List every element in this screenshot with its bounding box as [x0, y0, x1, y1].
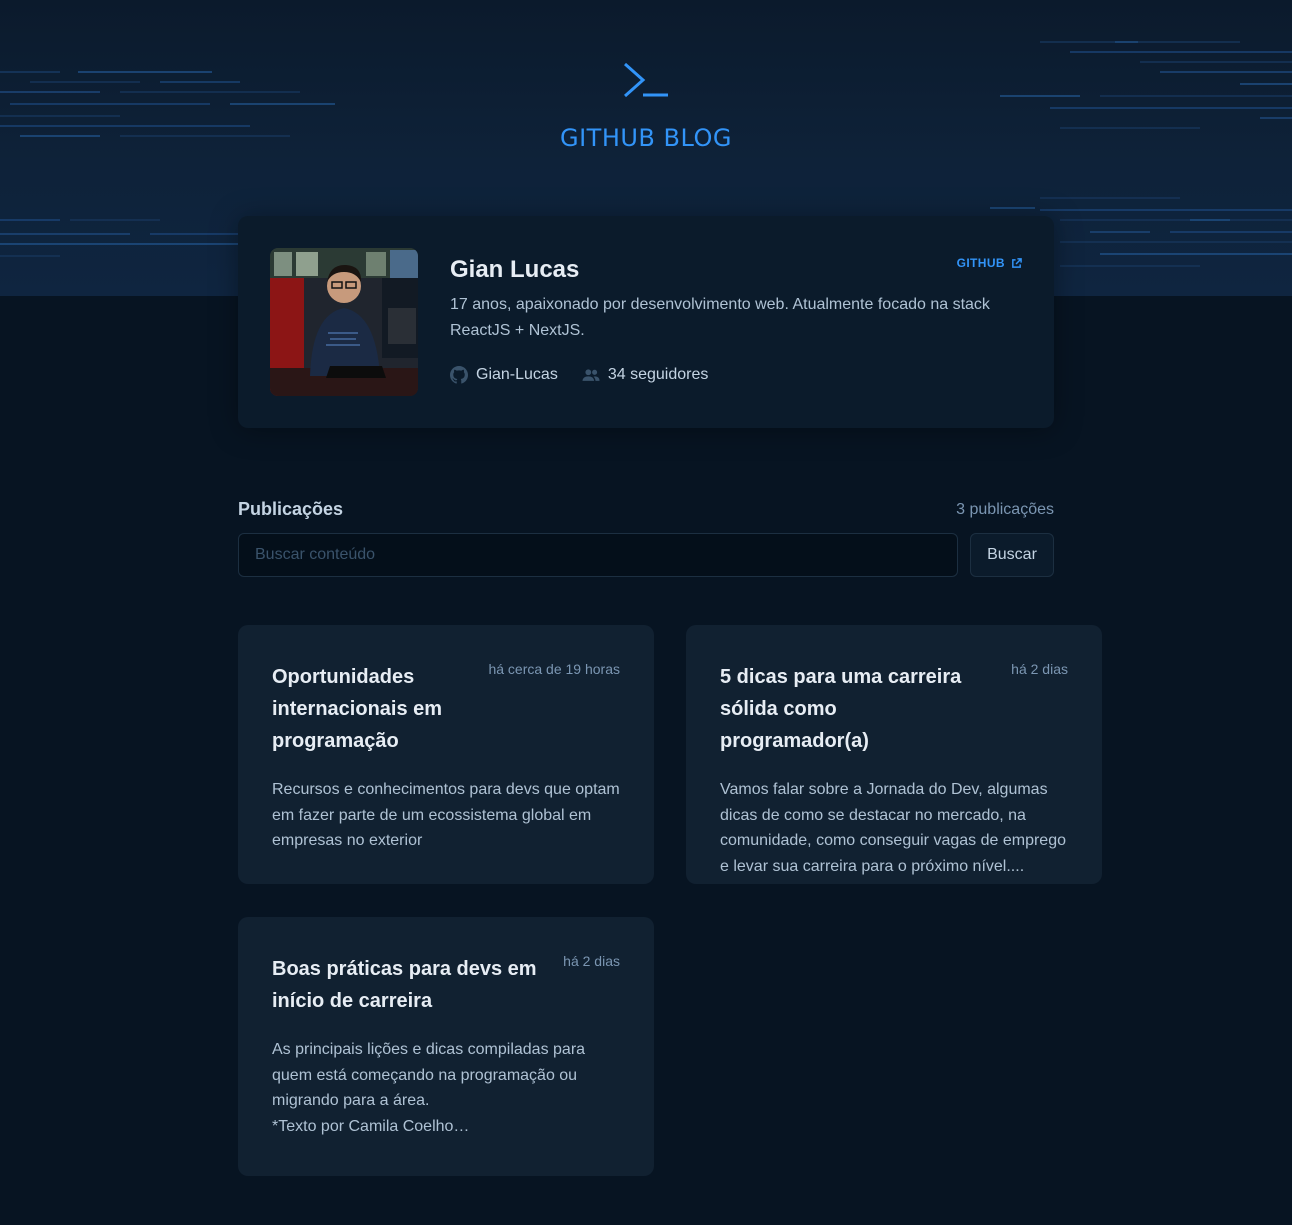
- profile-name: Gian Lucas: [450, 256, 580, 283]
- profile-meta: Gian-Lucas 34 seguidores: [450, 366, 708, 384]
- post-title: 5 dicas para uma carreira sólida como pr…: [720, 666, 962, 752]
- github-link[interactable]: GITHUB: [957, 256, 1022, 270]
- post-header: Oportunidades internacionais em programa…: [272, 657, 620, 757]
- external-link-icon: [1012, 257, 1022, 268]
- github-link-label: GITHUB: [956, 256, 1005, 270]
- publications-title: Publicações: [238, 499, 344, 519]
- post-header: Boas práticas para devs em início de car…: [272, 949, 620, 1017]
- profile-bio: 17 anos, apaixonado por desenvolvimento …: [450, 296, 990, 339]
- post-title: Boas práticas para devs em início de car…: [272, 958, 537, 1012]
- profile-username: Gian-Lucas: [450, 366, 558, 384]
- post-card[interactable]: Oportunidades internacionais em programa…: [238, 625, 654, 884]
- post-card[interactable]: 5 dicas para uma carreira sólida como pr…: [686, 625, 1102, 884]
- publications-count: 3 publicações: [956, 501, 1054, 518]
- github-icon: [450, 366, 468, 384]
- post-title: Oportunidades internacionais em programa…: [272, 666, 443, 752]
- users-icon: [582, 369, 600, 381]
- profile-followers: 34 seguidores: [582, 366, 709, 384]
- post-date: há 2 dias: [563, 953, 620, 969]
- post-date: há cerca de 19 horas: [488, 661, 620, 677]
- post-header: 5 dicas para uma carreira sólida como pr…: [720, 657, 1068, 757]
- search-button[interactable]: Buscar: [970, 533, 1054, 577]
- search-input[interactable]: [238, 533, 958, 577]
- post-card[interactable]: Boas práticas para devs em início de car…: [238, 917, 654, 1176]
- post-excerpt: As principais lições e dicas compiladas …: [272, 1041, 586, 1136]
- post-excerpt: Recursos e conhecimentos para devs que o…: [272, 781, 620, 850]
- avatar: [270, 248, 418, 396]
- post-excerpt: Vamos falar sobre a Jornada do Dev, algu…: [720, 781, 1066, 876]
- post-date: há 2 dias: [1011, 661, 1068, 677]
- followers-text: 34 seguidores: [607, 366, 709, 383]
- site-logo: GITHUB BLOG: [0, 62, 1292, 152]
- site-title: GITHUB BLOG: [559, 124, 732, 152]
- username-text: Gian-Lucas: [476, 366, 558, 383]
- terminal-prompt-icon: [624, 62, 668, 98]
- profile-card: Gian Lucas GITHUB 17 anos, apaixonado po…: [238, 216, 1054, 428]
